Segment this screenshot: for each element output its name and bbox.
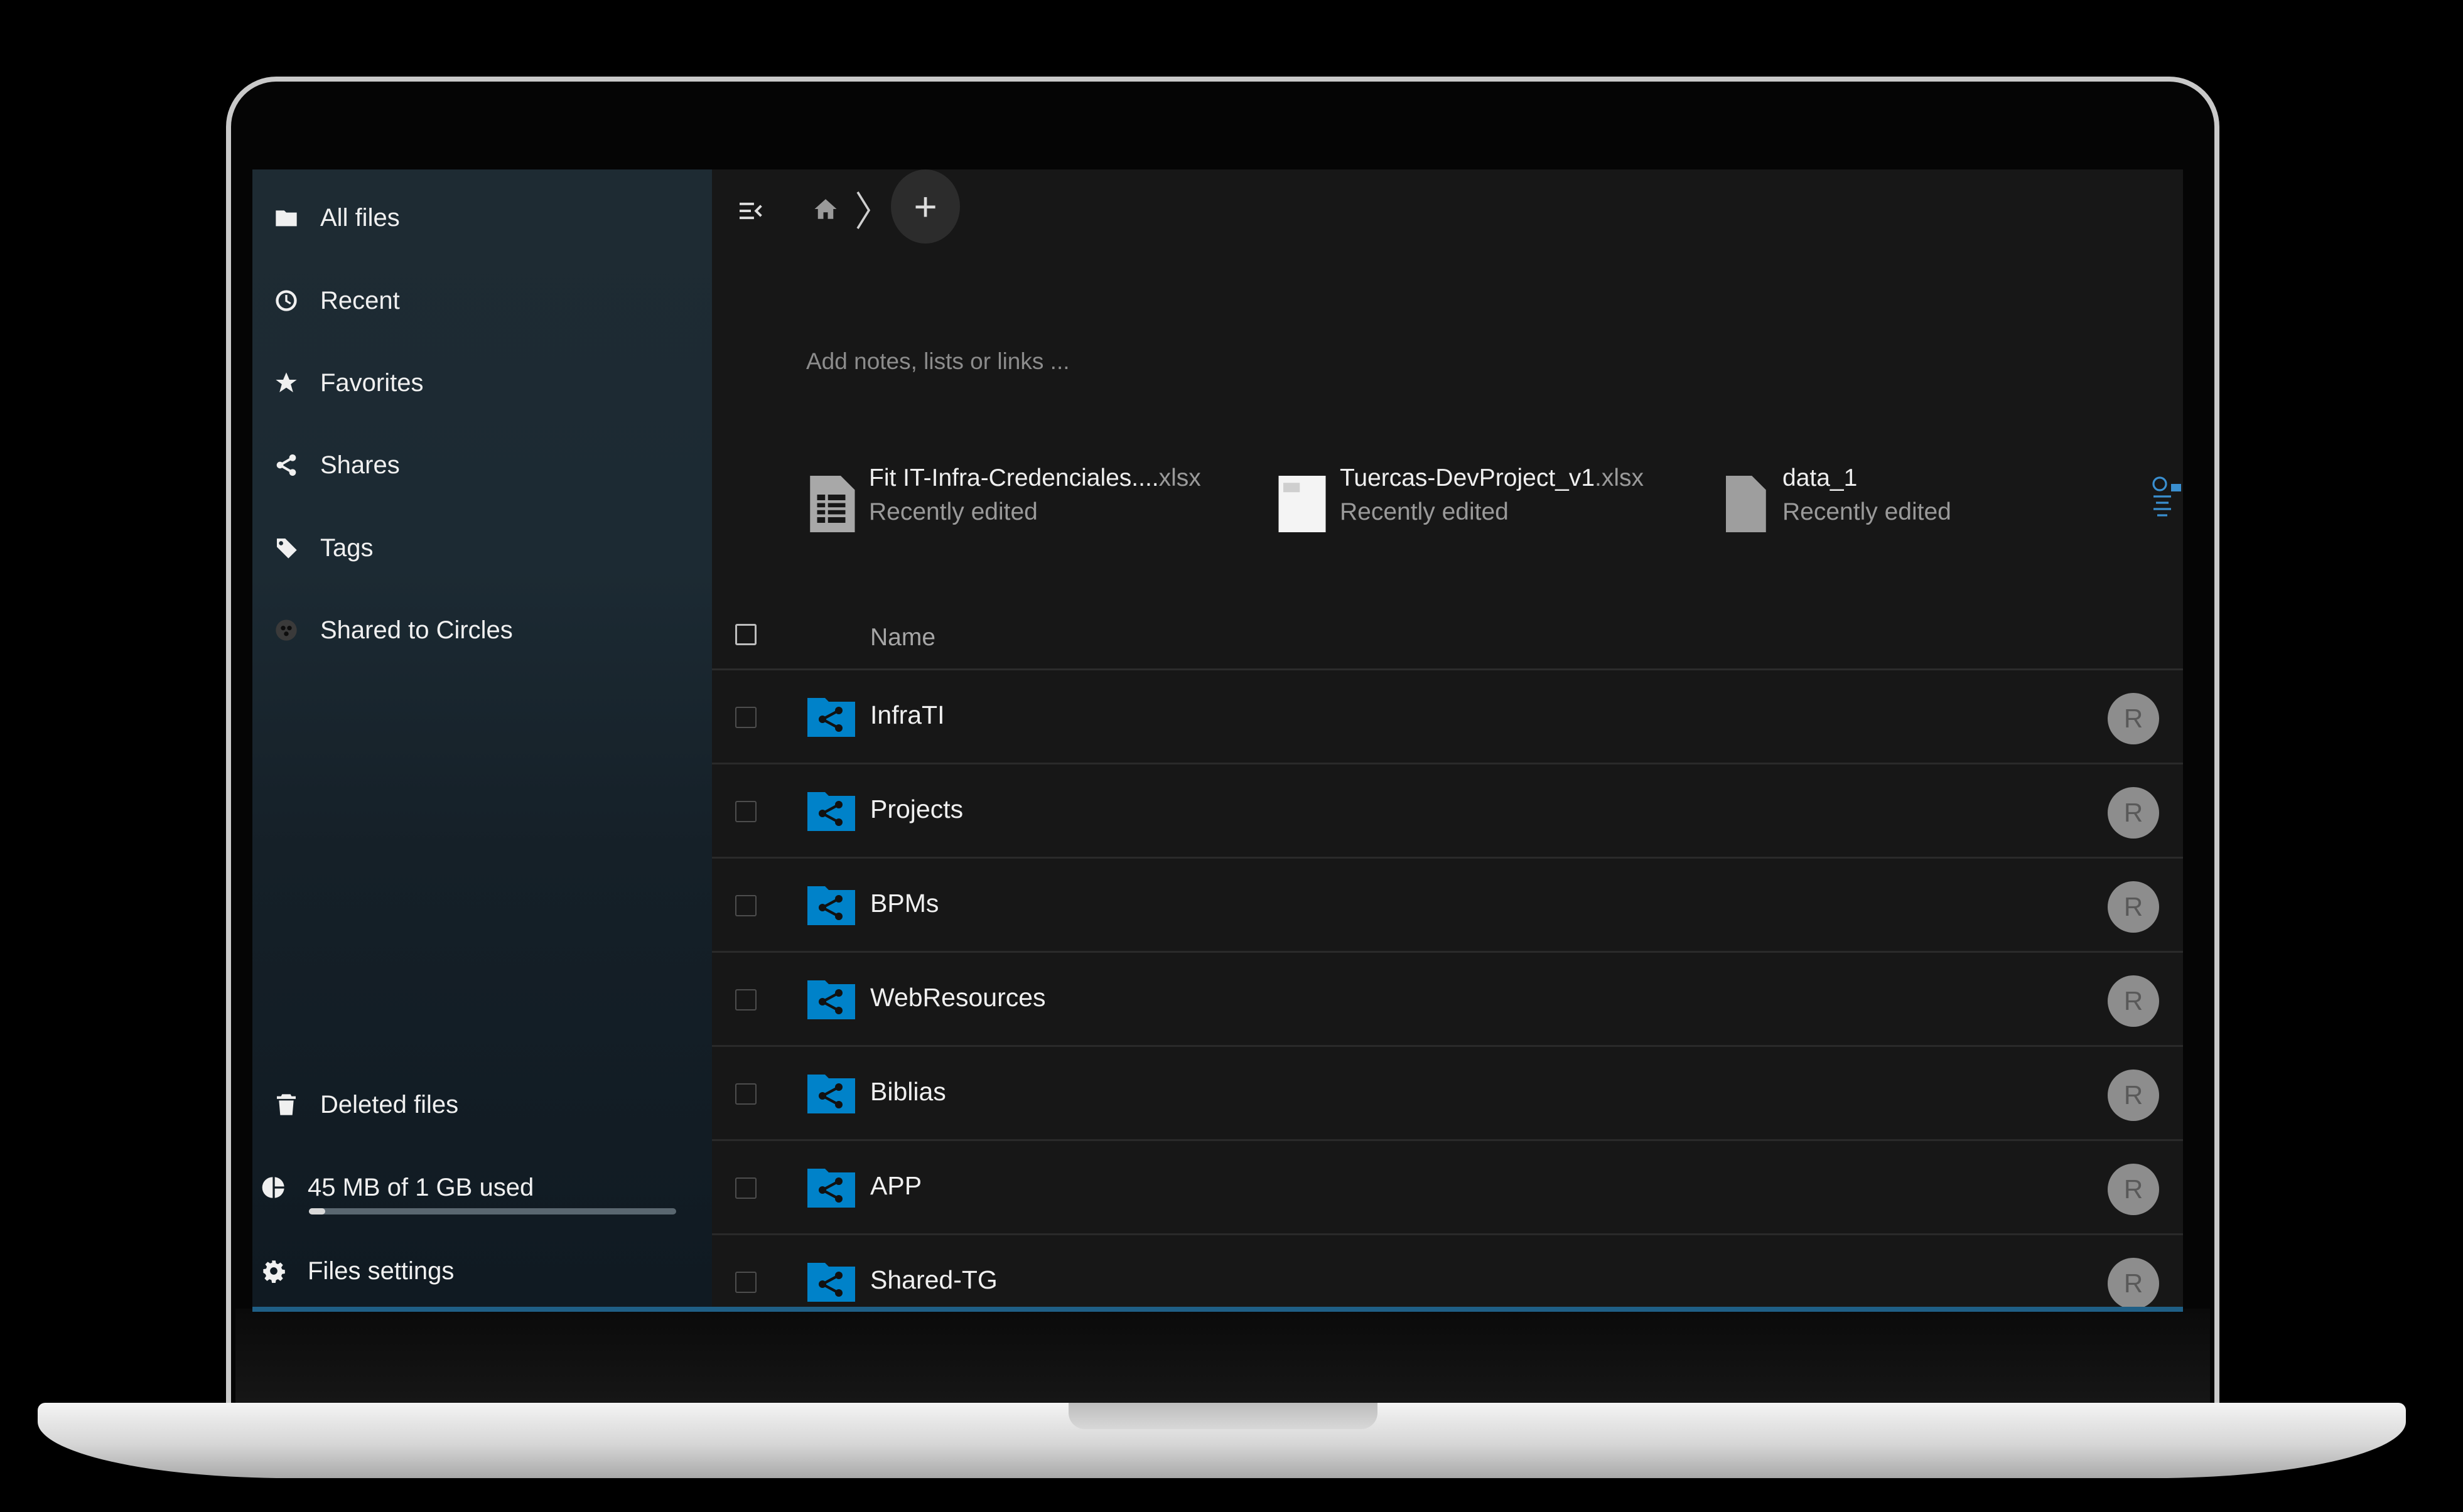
avatar[interactable]: R [2108, 975, 2159, 1027]
image-thumbnail-icon[interactable] [2150, 474, 2181, 524]
table-row[interactable]: Shared-TG R [712, 1235, 2183, 1307]
table-row[interactable]: WebResources R [712, 953, 2183, 1047]
select-all-checkbox[interactable] [735, 624, 757, 645]
row-checkbox[interactable] [735, 1272, 757, 1293]
sidebar-item-label: Deleted files [320, 1090, 459, 1118]
recent-file-card[interactable]: Fit IT-Infra-Credenciales....xlsx Recent… [806, 464, 1201, 546]
table-row[interactable]: Projects R [712, 764, 2183, 859]
column-header-name[interactable]: Name [870, 624, 935, 651]
quota-label: 45 MB of 1 GB used [308, 1173, 534, 1201]
clock-icon [271, 286, 301, 316]
row-name[interactable]: APP [870, 1171, 922, 1201]
sidebar-item-label: All files [320, 203, 400, 232]
row-checkbox[interactable] [735, 895, 757, 916]
sidebar-item-all-files[interactable]: All files [271, 186, 698, 249]
sidebar-item-shared-to-circles[interactable]: Shared to Circles [271, 599, 698, 662]
row-name[interactable]: Projects [870, 795, 963, 824]
row-checkbox[interactable] [735, 1083, 757, 1105]
recent-file-card[interactable]: Tuercas-DevProject_v1.xlsx Recently edit… [1277, 464, 1644, 546]
avatar[interactable]: R [2108, 881, 2159, 933]
row-checkbox[interactable] [735, 801, 757, 822]
row-name[interactable]: WebResources [870, 983, 1046, 1012]
table-row[interactable]: InfraTI R [712, 670, 2183, 764]
shared-folder-icon [807, 1263, 855, 1302]
sidebar-item-deleted-files[interactable]: Deleted files [271, 1073, 698, 1136]
sidebar-item-shares[interactable]: Shares [271, 434, 698, 496]
avatar[interactable]: R [2108, 693, 2159, 744]
shared-folder-icon [807, 980, 855, 1019]
row-checkbox[interactable] [735, 989, 757, 1011]
shared-folder-icon [807, 698, 855, 737]
row-name[interactable]: BPMs [870, 889, 939, 918]
table-row[interactable]: Biblias R [712, 1047, 2183, 1141]
circles-icon [271, 615, 301, 645]
avatar[interactable]: R [2108, 1164, 2159, 1215]
sidebar-item-label: Shared to Circles [320, 616, 513, 644]
gear-icon [259, 1256, 289, 1286]
recent-file-status: Recently edited [869, 498, 1038, 525]
sidebar-item-recent[interactable]: Recent [271, 269, 698, 332]
laptop-bezel [235, 1309, 2210, 1403]
pie-chart-icon [259, 1172, 289, 1203]
recent-file-name: Fit IT-Infra-Credenciales.... [869, 464, 1159, 491]
row-name[interactable]: InfraTI [870, 700, 944, 730]
folder-icon [271, 203, 301, 233]
toggle-sidebar-icon[interactable] [738, 200, 763, 222]
avatar[interactable]: R [2108, 1070, 2159, 1121]
quota-progress-bar [309, 1208, 676, 1214]
table-row[interactable]: BPMs R [712, 859, 2183, 953]
sidebar-item-tags[interactable]: Tags [271, 517, 698, 579]
sidebar-item-label: Tags [320, 533, 374, 562]
recent-file-card[interactable]: data_1 Recently edited [1720, 464, 1951, 546]
file-list-header: Name [712, 601, 2183, 670]
table-row[interactable]: APP R [712, 1141, 2183, 1235]
app-window: All files Recent Favorites Shares Tags S… [252, 169, 2183, 1312]
tag-icon [271, 533, 301, 563]
settings-label: Files settings [308, 1257, 455, 1285]
avatar[interactable]: R [2108, 787, 2159, 839]
shared-folder-icon [807, 792, 855, 831]
shared-folder-icon [807, 886, 855, 925]
recent-file-status: Recently edited [1340, 498, 1509, 525]
share-icon [271, 450, 301, 480]
laptop-notch [1069, 1403, 1377, 1429]
notes-input[interactable]: Add notes, lists or links ... [806, 348, 1070, 375]
main-content: + Add notes, lists or links ... Fit IT-I… [712, 169, 2183, 1307]
row-checkbox[interactable] [735, 707, 757, 728]
sidebar-item-label: Shares [320, 451, 400, 479]
row-name[interactable]: Biblias [870, 1077, 946, 1107]
star-icon [271, 368, 301, 398]
recent-file-name: data_1 [1782, 464, 1858, 491]
sidebar: All files Recent Favorites Shares Tags S… [252, 169, 712, 1307]
recent-file-ext: .xlsx [1595, 464, 1644, 491]
spreadsheet-thumbnail [1278, 476, 1326, 532]
sidebar-item-favorites[interactable]: Favorites [271, 351, 698, 414]
spreadsheet-icon [810, 476, 855, 532]
recent-file-ext: xlsx [1158, 464, 1201, 491]
shared-folder-icon [807, 1169, 855, 1208]
avatar[interactable]: R [2108, 1258, 2159, 1307]
recent-file-name: Tuercas-DevProject_v1 [1340, 464, 1595, 491]
quota-progress-fill [309, 1208, 326, 1214]
trash-icon [271, 1090, 301, 1120]
recent-file-status: Recently edited [1782, 498, 1951, 525]
file-icon [1726, 476, 1766, 532]
new-button[interactable]: + [891, 169, 960, 244]
row-checkbox[interactable] [735, 1177, 757, 1199]
breadcrumb-separator-icon [856, 191, 871, 229]
home-icon[interactable] [812, 196, 839, 222]
files-settings-button[interactable]: Files settings [259, 1240, 686, 1302]
sidebar-item-label: Favorites [320, 368, 424, 397]
row-name[interactable]: Shared-TG [870, 1265, 998, 1295]
sidebar-item-label: Recent [320, 286, 400, 314]
shared-folder-icon [807, 1075, 855, 1113]
